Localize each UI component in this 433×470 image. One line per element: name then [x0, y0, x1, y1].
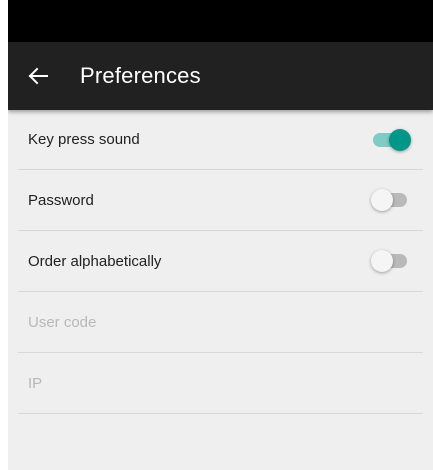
app-bar: Preferences [8, 42, 433, 110]
order-alphabetically-switch[interactable] [371, 248, 413, 274]
pref-password[interactable]: Password [18, 170, 423, 231]
back-button[interactable] [8, 42, 68, 110]
pref-label: Key press sound [28, 131, 140, 148]
app-screen: Preferences Key press sound Password Ord… [8, 0, 433, 470]
pref-label: IP [28, 374, 43, 392]
switch-thumb [371, 189, 393, 211]
preferences-list: Key press sound Password Order alphabeti… [8, 110, 433, 414]
pref-order-alphabetically[interactable]: Order alphabetically [18, 231, 423, 292]
switch-thumb [389, 128, 411, 151]
pref-key-press-sound[interactable]: Key press sound [18, 110, 423, 170]
pref-user-code: User code [18, 292, 423, 353]
status-bar [8, 0, 433, 42]
key-press-sound-switch[interactable] [371, 127, 413, 153]
page-title: Preferences [80, 63, 201, 88]
pref-label: Password [28, 191, 94, 209]
arrow-left-icon [28, 67, 48, 85]
pref-label: Order alphabetically [28, 252, 162, 270]
password-switch[interactable] [371, 187, 413, 213]
pref-ip: IP [18, 353, 423, 414]
switch-thumb [371, 250, 393, 272]
pref-label: User code [28, 313, 97, 331]
